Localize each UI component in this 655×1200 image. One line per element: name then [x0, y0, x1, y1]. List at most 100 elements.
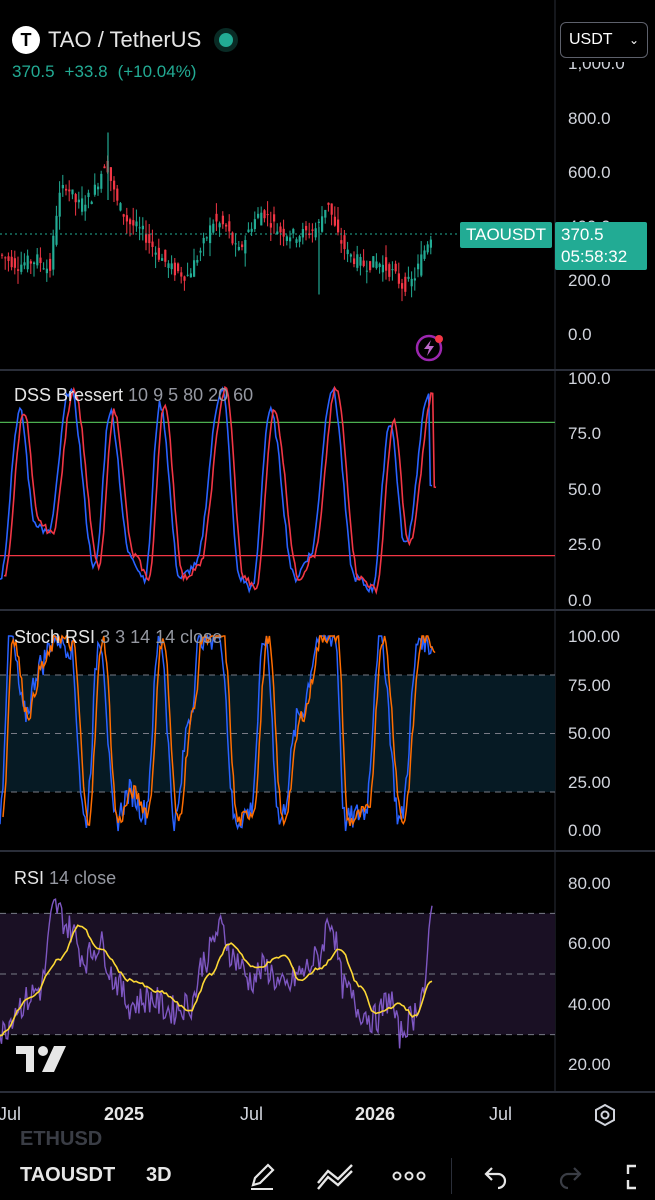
tao-logo-icon: T: [12, 26, 40, 54]
candle-body: [404, 276, 407, 292]
candle-body: [215, 213, 218, 222]
candle-body: [314, 228, 317, 238]
candle-body: [385, 257, 388, 271]
candle-body: [36, 254, 39, 266]
quote-line: 370.5 +33.8 (+10.04%): [12, 62, 196, 82]
candle-body: [298, 236, 301, 242]
candle-body: [17, 269, 20, 271]
stoch-axis-label: 25.00: [568, 773, 611, 792]
candle-body: [372, 256, 375, 268]
candle-body: [87, 192, 90, 198]
symbol-tab[interactable]: TAOUSDT: [20, 1164, 115, 1187]
currency-label: USDT: [569, 31, 613, 48]
candle-body: [129, 219, 132, 225]
time-axis-label: 2025: [104, 1104, 145, 1124]
more-icon[interactable]: [392, 1164, 426, 1188]
candle-body: [151, 241, 154, 247]
candle-body: [401, 283, 404, 289]
time-axis-label: Jul: [489, 1104, 513, 1124]
candle-body: [29, 261, 32, 264]
redo-icon[interactable]: [556, 1162, 584, 1190]
candle-body: [109, 167, 112, 181]
candle-body: [282, 228, 285, 237]
candle-body: [116, 188, 119, 201]
chart-canvas[interactable]: [0, 0, 655, 1200]
candle-body: [154, 252, 157, 255]
toolbar-divider: [451, 1158, 452, 1194]
candle-body: [180, 272, 183, 277]
candle-body: [295, 239, 298, 243]
candle-body: [193, 260, 196, 277]
candle-body: [423, 250, 426, 259]
candle-body: [244, 240, 247, 254]
fullscreen-icon[interactable]: [624, 1162, 654, 1192]
candle-body: [65, 188, 68, 191]
candle-body: [260, 212, 263, 226]
candle-body: [349, 254, 352, 257]
candle-body: [97, 186, 100, 190]
candle-body: [337, 219, 340, 233]
candle-body: [420, 254, 423, 276]
candle-body: [212, 223, 215, 233]
stoch-rsi-indicator-title[interactable]: Stoch RSI 3 3 14 14 close: [14, 627, 222, 648]
price-axis-label: 600.0: [568, 163, 611, 182]
candle-body: [410, 278, 413, 287]
bottom-toolbar: TAOUSDT 3D: [0, 1150, 655, 1200]
candle-body: [285, 236, 288, 241]
candle-body: [257, 213, 260, 218]
bar-countdown: 05:58:32: [561, 247, 628, 266]
flash-alert-icon[interactable]: [414, 333, 444, 363]
tradingview-logo: [16, 1046, 68, 1080]
stoch-rsi-params: 3 3 14 14 close: [100, 627, 223, 647]
candle-body: [58, 192, 61, 217]
candle-body: [157, 247, 160, 260]
candle-body: [356, 254, 359, 268]
candle-body: [234, 243, 237, 245]
candle-body: [183, 276, 186, 281]
candle-body: [333, 216, 336, 226]
candle-body: [269, 223, 272, 228]
candle-body: [39, 257, 42, 264]
candle-body: [100, 173, 103, 189]
price-axis-label: 800.0: [568, 109, 611, 128]
view-3d-button[interactable]: 3D: [146, 1164, 172, 1187]
candle-body: [407, 276, 410, 279]
stoch-axis-label: 75.00: [568, 676, 611, 695]
price-change: +33.8: [64, 62, 108, 81]
candle-body: [359, 257, 362, 266]
price-change-pct: (+10.04%): [117, 62, 197, 81]
dss-axis-label: 100.0: [568, 369, 611, 388]
candle-body: [394, 263, 397, 272]
candle-body: [55, 215, 58, 245]
candle-body: [228, 221, 231, 232]
candle-body: [330, 203, 333, 215]
symbol-header[interactable]: T TAO / TetherUS: [12, 26, 234, 54]
rsi-indicator-title[interactable]: RSI 14 close: [14, 868, 116, 889]
candle-body: [10, 256, 13, 268]
candle-body: [4, 257, 7, 259]
candle-body: [161, 258, 164, 261]
draw-icon[interactable]: [246, 1160, 278, 1192]
undo-icon[interactable]: [482, 1162, 510, 1190]
candle-body: [218, 223, 221, 228]
candle-body: [369, 261, 372, 271]
candle-body: [429, 239, 432, 248]
candle-body: [317, 221, 320, 223]
candle-body: [289, 237, 292, 242]
candle-body: [324, 209, 327, 218]
candle-body: [113, 180, 116, 190]
candle-body: [199, 250, 202, 253]
candle-body: [132, 220, 135, 226]
candle-body: [186, 274, 189, 276]
dss-axis-label: 50.0: [568, 480, 602, 499]
candle-body: [343, 235, 346, 250]
candle-body: [301, 229, 304, 238]
dss-indicator-title[interactable]: DSS Bressert 10 9 5 80 20 60: [14, 385, 253, 406]
candle-body: [20, 264, 23, 272]
candle-body: [173, 262, 176, 276]
dss-params: 10 9 5 80 20 60: [128, 385, 254, 405]
currency-select[interactable]: USDT ⌄: [560, 22, 648, 58]
settings-icon[interactable]: [593, 1103, 617, 1127]
price-axis-label: 0.0: [568, 325, 592, 344]
indicators-icon[interactable]: [316, 1160, 356, 1192]
